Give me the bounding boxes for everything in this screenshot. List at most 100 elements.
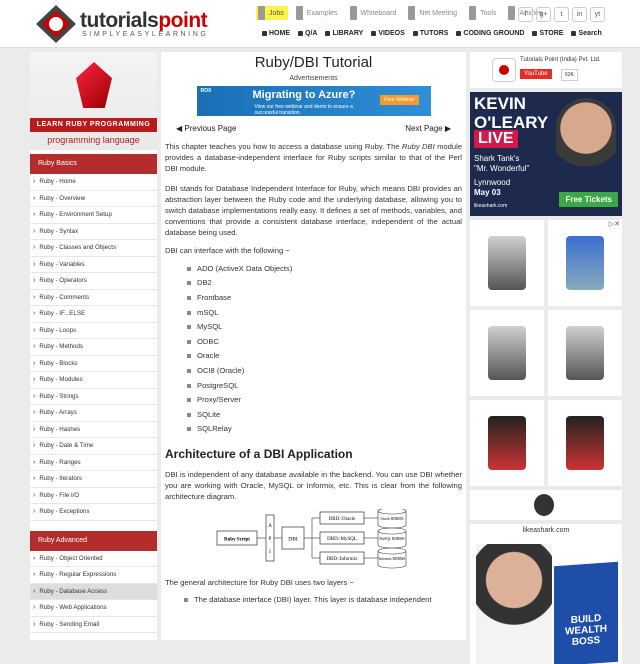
nav-coding-ground[interactable]: CODING GROUND [456, 30, 524, 37]
next-page-link[interactable]: Next Page ▶ [405, 124, 451, 133]
product-ad[interactable] [548, 220, 622, 306]
diag-db: MySQL RDBMS [379, 537, 404, 541]
nav-library[interactable]: LIBRARY [325, 30, 363, 37]
top-link-jobs[interactable]: Jobs [256, 6, 288, 20]
product-ad[interactable] [548, 400, 622, 486]
diag-api-a: A [268, 524, 272, 529]
top-link-whiteboard[interactable]: Whiteboard [348, 6, 401, 20]
sidebar-item[interactable]: Ruby - Comments [30, 290, 157, 307]
sidebar-item[interactable]: Ruby - Blocks [30, 356, 157, 373]
sidebar-item[interactable]: Ruby - Home [30, 174, 157, 191]
product-ad[interactable] [470, 400, 544, 486]
nav-tutors[interactable]: TUTORS [413, 30, 449, 37]
db-list-item: SQLite [187, 408, 463, 423]
sidebar-item[interactable]: Ruby - Syntax [30, 224, 157, 241]
channel-name[interactable]: Tutorials Point (India) Pvt. Ltd. [520, 57, 600, 63]
nav-icon [456, 31, 461, 36]
sidebar-item[interactable]: Ruby - Loops [30, 323, 157, 340]
layers-paragraph: The general architecture for Ruby DBI us… [165, 577, 462, 588]
nav-videos[interactable]: VIDEOS [371, 30, 404, 37]
diag-script: Ruby Script [224, 537, 250, 542]
sidebar-item[interactable]: Ruby - Variables [30, 257, 157, 274]
ad-button[interactable]: Free Webinar [380, 95, 418, 105]
top-link-icon [408, 6, 415, 20]
diag-db: Informix RDBMS [378, 557, 404, 561]
sidebar-item[interactable]: Ruby - Regular Expressions [30, 567, 157, 584]
sidebar-item[interactable]: Ruby - Arrays [30, 405, 157, 422]
db-list-item: Oracle [187, 349, 463, 364]
page-title: Ruby/DBI Tutorial [164, 54, 463, 71]
channel-logo-icon[interactable] [492, 58, 516, 82]
sidebar-item[interactable]: Ruby - Web Applications [30, 600, 157, 617]
sidebar-item[interactable]: Ruby - Ranges [30, 455, 157, 472]
ad-tickets-button[interactable]: Free Tickets [559, 192, 618, 207]
sidebar-item[interactable]: Ruby - Iterators [30, 471, 157, 488]
sidebar-item[interactable]: Ruby - File I/O [30, 488, 157, 505]
ad-choices-icon[interactable]: ▷✕ [609, 220, 620, 228]
nav-q-a[interactable]: Q/A [298, 30, 317, 37]
sidebar-item[interactable]: Ruby - Date & Time [30, 438, 157, 455]
nav-search[interactable]: Search [571, 30, 601, 37]
main-nav: HOME Q/A LIBRARY VIDEOS TUTORS CODING GROUND S… [262, 30, 602, 37]
social-icon-1[interactable]: g+ [536, 7, 551, 22]
nav-icon [413, 31, 418, 36]
section-header-advanced: Ruby Advanced [30, 531, 157, 551]
site-brand[interactable]: tutorialspoint [80, 9, 207, 33]
social-icon-4[interactable]: yt [590, 7, 605, 22]
top-link-icon [469, 6, 476, 20]
ads-label: Advertisements [164, 75, 463, 82]
sidebar-item[interactable]: Ruby - Methods [30, 339, 157, 356]
db-list-item: Frontbase [187, 291, 463, 306]
product-ad[interactable] [548, 310, 622, 396]
sidebar-item[interactable]: Ruby - Exceptions [30, 504, 157, 521]
product-ad[interactable] [470, 220, 544, 306]
sidebar-item[interactable]: Ruby - Strings [30, 389, 157, 406]
sidebar-item[interactable]: Ruby - Sending Email [30, 617, 157, 634]
product-ad[interactable] [470, 310, 544, 396]
social-icon-2[interactable]: t [554, 7, 569, 22]
ad-event[interactable]: KEVIN O'LEARY LIVE Shark Tank's"Mr. Wond… [470, 92, 622, 216]
sidebar-item[interactable]: Ruby - Hashes [30, 422, 157, 439]
ad-brand: ROX [201, 88, 212, 94]
nav-icon [262, 31, 267, 36]
nav-icon [371, 31, 376, 36]
social-links: fg+tinyt [518, 7, 605, 22]
top-link-icon [296, 6, 303, 20]
page-nav: ◀ Previous Page Next Page ▶ [176, 124, 451, 133]
youtube-subscribe-button[interactable]: YouTube [520, 69, 552, 79]
architecture-paragraph: DBI is independent of any database avail… [165, 469, 462, 503]
nav-store[interactable]: STORE [532, 30, 563, 37]
ad-subtext: View our free webinar and demo to ensure… [255, 104, 353, 116]
top-link-net-meeting[interactable]: Net Meeting [406, 6, 461, 20]
sidebar-item[interactable]: Ruby - Environment Setup [30, 207, 157, 224]
db-list-item: PostgreSQL [187, 379, 463, 394]
sidebar-item[interactable]: Ruby - Modules [30, 372, 157, 389]
social-icon-3[interactable]: in [572, 7, 587, 22]
top-link-label: Net Meeting [417, 6, 459, 20]
sidebar-item[interactable]: Ruby - Database Access [30, 584, 157, 601]
ad-banner[interactable]: ROX Migrating to Azure? View our free we… [197, 86, 431, 116]
banner-learn-text: LEARN RUBY PROGRAMMING [30, 118, 157, 132]
book-title2: BOSS [572, 635, 600, 648]
db-list-item: MySQL [187, 320, 463, 335]
product-ads [470, 220, 622, 486]
social-icon-0[interactable]: f [518, 7, 533, 22]
nav-home[interactable]: HOME [262, 30, 290, 37]
ad-event-name: KEVIN O'LEARY [474, 94, 574, 132]
top-link-tools[interactable]: Tools [467, 6, 500, 20]
ad-book[interactable]: likeashark.com BUILD WEALTHBOSS [470, 524, 622, 664]
sidebar-item[interactable]: Ruby - Overview [30, 191, 157, 208]
sidebar-item[interactable]: Ruby - IF...ELSE [30, 306, 157, 323]
prev-page-link[interactable]: ◀ Previous Page [176, 124, 236, 133]
nav-label: LIBRARY [332, 30, 363, 37]
sidebar-item[interactable]: Ruby - Classes and Objects [30, 240, 157, 257]
sidebar-item[interactable]: Ruby - Operators [30, 273, 157, 290]
mascot-icon [534, 494, 554, 516]
logo-icon[interactable] [34, 3, 78, 45]
diag-driver: DBD::MySQL [327, 536, 357, 541]
layers-list: The database interface (DBI) layer. This… [184, 594, 463, 605]
nav-icon [532, 31, 537, 36]
ad-sub1-text: Shark Tank's [474, 154, 519, 163]
top-link-examples[interactable]: Examples [294, 6, 342, 20]
sidebar-item[interactable]: Ruby - Object Oriented [30, 551, 157, 568]
